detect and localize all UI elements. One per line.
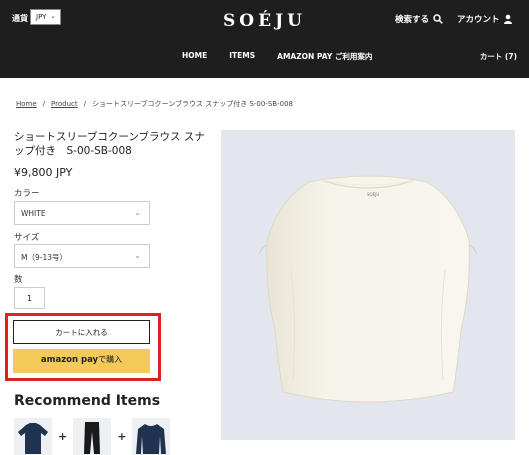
main-nav: HOME ITEMS AMAZON PAY ご利用案内 xyxy=(182,51,372,62)
product-title: ショートスリーブコクーンブラウス スナップ付き S-00-SB-008 xyxy=(14,131,205,157)
shirt-label-tag: SOÉJU xyxy=(367,192,380,197)
add-to-cart-button[interactable]: カートに入れる xyxy=(13,320,150,344)
recommend-row: + + xyxy=(14,418,171,455)
sweater-image xyxy=(136,423,167,454)
color-select[interactable]: WHITE ⌄ xyxy=(14,201,150,225)
nav-items[interactable]: ITEMS xyxy=(229,51,255,62)
recommend-title: Recommend Items xyxy=(14,393,161,409)
amazon-pay-suffix: で購入 xyxy=(98,355,123,364)
product-price: ¥9,800 JPY xyxy=(14,166,73,179)
chevron-down-icon: ⌄ xyxy=(134,251,141,260)
search-icon xyxy=(433,14,443,24)
pants-image xyxy=(84,421,101,454)
size-value: M（9-13号） xyxy=(21,253,67,262)
shirt-image xyxy=(18,422,48,454)
person-icon xyxy=(503,14,512,24)
breadcrumb-current: ショートスリーブコクーンブラウス スナップ付き S-00-SB-008 xyxy=(91,100,293,108)
quantity-input[interactable]: 1 xyxy=(14,287,45,309)
color-value: WHITE xyxy=(21,209,46,218)
amazon-pay-logo: amazon pay xyxy=(40,355,99,365)
cart-link[interactable]: カート (7) xyxy=(480,51,517,62)
site-logo[interactable]: SOÉJU xyxy=(0,11,529,31)
recommend-item-shirt[interactable] xyxy=(14,418,52,455)
breadcrumb-product[interactable]: Product xyxy=(51,100,78,108)
plus-separator: + xyxy=(117,430,127,443)
chevron-down-icon: ⌄ xyxy=(134,208,141,217)
recommend-item-sweater[interactable] xyxy=(132,418,171,455)
quantity-label: 数 xyxy=(14,275,23,285)
account-label: アカウント xyxy=(457,15,500,25)
amazon-pay-button[interactable]: amazon payで購入 xyxy=(13,349,150,373)
search-label: 検索する xyxy=(395,15,430,25)
size-select[interactable]: M（9-13号） ⌄ xyxy=(14,244,150,268)
account-link[interactable]: アカウント xyxy=(457,13,513,25)
recommend-item-pants[interactable] xyxy=(73,418,112,455)
breadcrumb: Home / Product / ショートスリーブコクーンブラウス スナップ付き… xyxy=(16,99,293,109)
product-photo[interactable]: SOÉJU xyxy=(221,130,515,440)
nav-amazon-pay-guide[interactable]: AMAZON PAY ご利用案内 xyxy=(277,51,372,62)
plus-separator: + xyxy=(58,430,68,443)
breadcrumb-separator: / xyxy=(83,100,86,108)
breadcrumb-home[interactable]: Home xyxy=(16,100,37,108)
breadcrumb-separator: / xyxy=(42,100,46,108)
size-label: サイズ xyxy=(14,233,40,243)
color-label: カラー xyxy=(14,189,40,199)
search-link[interactable]: 検索する xyxy=(395,13,443,25)
nav-home[interactable]: HOME xyxy=(182,51,207,62)
blouse-image xyxy=(258,175,478,403)
site-header: 通貨 JPY ⌄ SOÉJU 検索する アカウント HOME ITEMS AMA… xyxy=(0,0,529,78)
